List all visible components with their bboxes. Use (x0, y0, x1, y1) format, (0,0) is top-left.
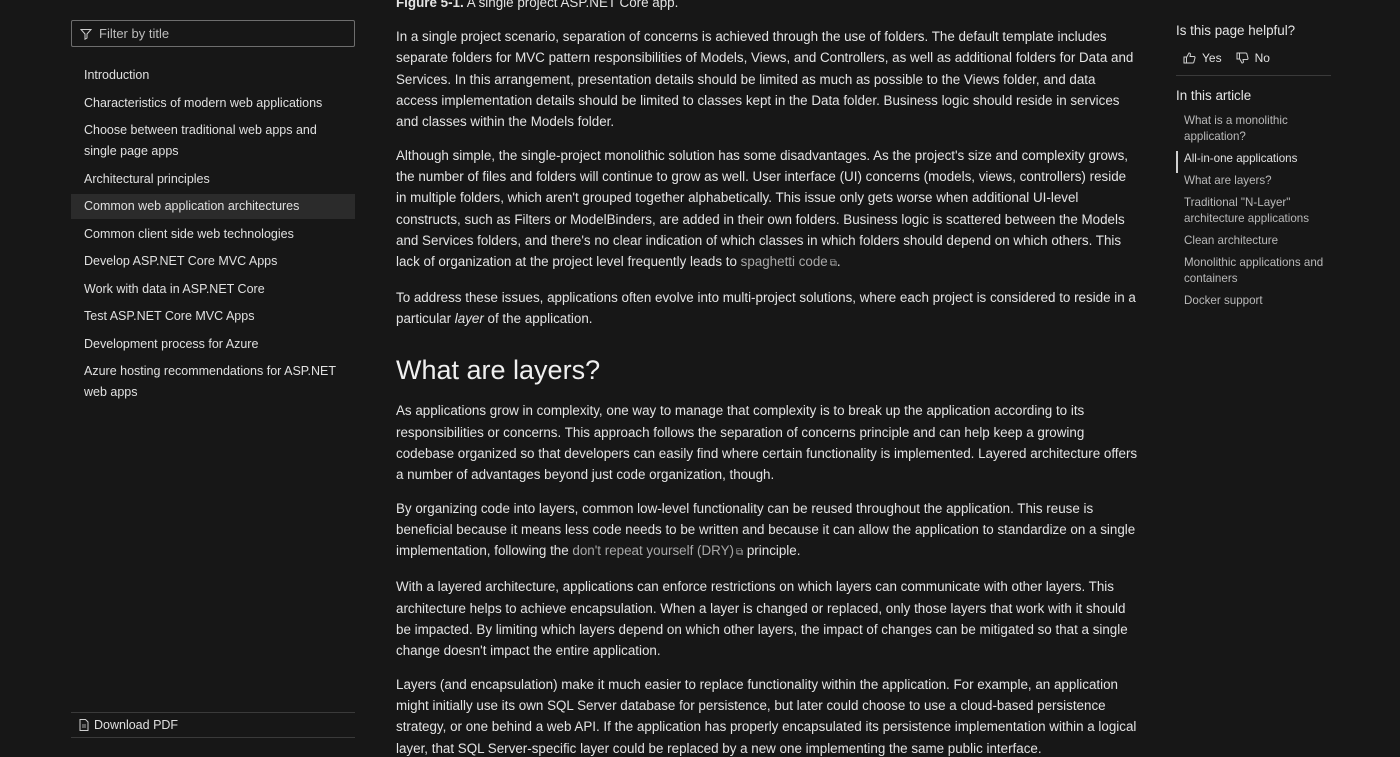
filter-input[interactable]: Filter by title (71, 20, 355, 47)
paragraph-disadvantages-end: . (836, 254, 841, 270)
toc-item-client-side[interactable]: Common client side web technologies (71, 222, 355, 247)
toc-list: Introduction Characteristics of modern w… (71, 63, 355, 405)
thumbs-down-icon (1236, 52, 1249, 64)
in-this-article-title: In this article (1176, 88, 1252, 103)
paragraph-disadvantages-text: Although simple, the single-project mono… (396, 148, 1128, 270)
paragraph-address-issues-end: of the application. (483, 311, 593, 327)
article-link-n-layer[interactable]: Traditional "N-Layer" architecture appli… (1176, 195, 1331, 233)
download-pdf-label: Download PDF (94, 718, 179, 732)
thumbs-up-icon (1183, 52, 1196, 64)
article-link-monolithic[interactable]: What is a monolithic application? (1176, 113, 1331, 151)
article-link-containers[interactable]: Monolithic applications and containers (1176, 255, 1331, 293)
feedback-buttons: Yes No (1176, 51, 1331, 76)
article-body: Figure 5-1. A single project ASP.NET Cor… (396, 0, 1138, 757)
external-link-icon: ⧉ (829, 258, 837, 270)
yes-button[interactable]: Yes (1183, 51, 1222, 65)
paragraph-address-issues: To address these issues, applications of… (396, 287, 1138, 329)
toc-item-work-with-data[interactable]: Work with data in ASP.NET Core (71, 277, 355, 302)
figure-caption-label: Figure 5-1. (396, 0, 464, 10)
docs-page: Filter by title Introduction Characteris… (0, 0, 1400, 757)
paragraph-disadvantages: Although simple, the single-project mono… (396, 145, 1138, 274)
filter-placeholder: Filter by title (99, 26, 170, 41)
no-label: No (1254, 51, 1270, 65)
toc-item-common-architectures[interactable]: Common web application architectures (71, 194, 355, 219)
toc-item-introduction[interactable]: Introduction (71, 63, 355, 88)
in-this-article-list: What is a monolithic application? All-in… (1176, 113, 1331, 315)
toc-item-azure-hosting[interactable]: Azure hosting recommendations for ASP.NE… (71, 359, 355, 405)
helpful-title: Is this page helpful? (1176, 23, 1296, 38)
filter-icon (80, 28, 92, 40)
article-link-clean-architecture[interactable]: Clean architecture (1176, 233, 1331, 255)
right-rail: Is this page helpful? Yes No In this art… (1176, 23, 1331, 315)
left-navigation: Filter by title Introduction Characteris… (71, 20, 355, 757)
paragraph-replace-functionality: Layers (and encapsulation) make it much … (396, 677, 1137, 756)
dry-link[interactable]: don't repeat yourself (DRY) ⧉ (572, 543, 743, 558)
article-link-what-are-layers[interactable]: What are layers? (1176, 173, 1331, 195)
spaghetti-code-link-text: spaghetti code (740, 254, 828, 270)
paragraph-reuse-end: principle. (743, 543, 801, 559)
toc-item-characteristics[interactable]: Characteristics of modern web applicatio… (71, 91, 355, 116)
article-link-all-in-one[interactable]: All-in-one applications (1176, 151, 1331, 173)
paragraph-encapsulation: With a layered architecture, application… (396, 579, 1128, 659)
toc-item-mvc-apps[interactable]: Develop ASP.NET Core MVC Apps (71, 249, 355, 274)
toc-item-architectural-principles[interactable]: Architectural principles (71, 167, 355, 192)
layer-emphasis: layer (454, 311, 484, 327)
spaghetti-code-link[interactable]: spaghetti code ⧉ (741, 254, 837, 269)
download-pdf-button[interactable]: Download PDF (71, 712, 355, 738)
paragraph-single-project: In a single project scenario, separation… (396, 29, 1134, 130)
pdf-icon (79, 719, 89, 731)
figure-caption-text: A single project ASP.NET Core app. (463, 0, 679, 10)
yes-label: Yes (1202, 51, 1222, 65)
paragraph-reuse: By organizing code into layers, common l… (396, 498, 1138, 564)
dry-link-text: don't repeat yourself (DRY) (572, 543, 734, 559)
toc-item-choose-between[interactable]: Choose between traditional web apps and … (71, 118, 355, 164)
article-link-docker[interactable]: Docker support (1176, 293, 1331, 315)
toc-item-dev-process[interactable]: Development process for Azure (71, 332, 355, 357)
toc-item-test-mvc[interactable]: Test ASP.NET Core MVC Apps (71, 304, 355, 329)
no-button[interactable]: No (1236, 51, 1270, 65)
figure-caption: Figure 5-1. A single project ASP.NET Cor… (396, 0, 1138, 13)
heading-what-are-layers: What are layers? (396, 355, 601, 386)
paragraph-layers-intro: As applications grow in complexity, one … (396, 403, 1138, 483)
